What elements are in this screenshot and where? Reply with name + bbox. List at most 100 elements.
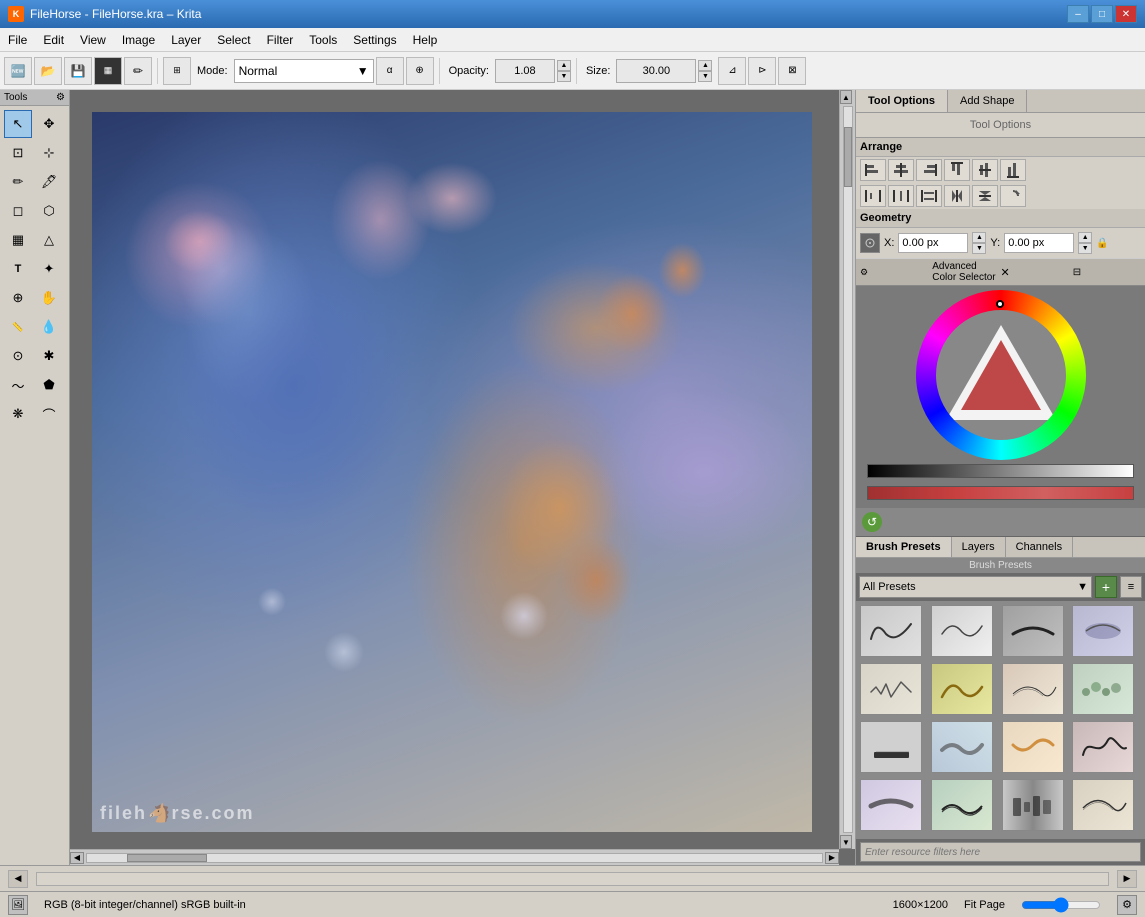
opacity-up[interactable]: ▲: [557, 60, 571, 71]
tool-zoom[interactable]: ⊕: [4, 284, 32, 312]
advanced-color-close[interactable]: ✕: [1001, 266, 1069, 279]
y-spinbox[interactable]: ▲ ▼: [1078, 232, 1092, 254]
scroll-canvas-right[interactable]: ▶: [1117, 870, 1137, 888]
color-refresh-button[interactable]: ↺: [862, 512, 882, 532]
inherit-alpha-button[interactable]: ⊕: [406, 57, 434, 85]
brush-item-2[interactable]: [931, 605, 993, 657]
brush-item-16[interactable]: [1072, 779, 1134, 831]
save-button[interactable]: 💾: [64, 57, 92, 85]
tool-picker[interactable]: 💧: [35, 313, 63, 341]
minimize-button[interactable]: –: [1067, 5, 1089, 23]
resource-filter-input[interactable]: [860, 842, 1141, 862]
tool-magnetic-select[interactable]: ❋: [4, 400, 32, 428]
size-spinbox[interactable]: ▲ ▼: [698, 60, 712, 82]
opacity-spinbox[interactable]: ▲ ▼: [557, 60, 571, 82]
mirror-v-button[interactable]: ⊳: [748, 57, 776, 85]
brush-item-14[interactable]: [931, 779, 993, 831]
wrap-button[interactable]: ⊠: [778, 57, 806, 85]
brush-item-13[interactable]: [860, 779, 922, 831]
menu-image[interactable]: Image: [114, 28, 163, 51]
tools-options-icon[interactable]: ⚙: [56, 92, 65, 103]
opacity-input[interactable]: [495, 59, 555, 83]
tool-paint[interactable]: ✏: [4, 168, 32, 196]
scroll-down-btn[interactable]: ▼: [840, 835, 852, 849]
tool-pan[interactable]: ✋: [35, 284, 63, 312]
pattern-button[interactable]: ▦: [94, 57, 122, 85]
canvas-scrollbar-h[interactable]: ◀ ▶: [70, 849, 839, 865]
preset-menu-button[interactable]: ≡: [1120, 576, 1142, 598]
tool-eraser[interactable]: ◻: [4, 197, 32, 225]
size-input[interactable]: [616, 59, 696, 83]
brush-item-3[interactable]: [1002, 605, 1064, 657]
align-center-h-btn[interactable]: [888, 159, 914, 181]
size-up[interactable]: ▲: [698, 60, 712, 71]
align-right-btn[interactable]: [916, 159, 942, 181]
brush-item-5[interactable]: [860, 663, 922, 715]
tab-brush-presets[interactable]: Brush Presets: [856, 537, 952, 557]
brush-button[interactable]: ✏: [124, 57, 152, 85]
grid-button[interactable]: ⊞: [163, 57, 191, 85]
tool-polygon-select[interactable]: ⬟: [35, 371, 63, 399]
distribute-right-btn[interactable]: [916, 185, 942, 207]
brush-item-10[interactable]: [931, 721, 993, 773]
tool-crop[interactable]: ⊡: [4, 139, 32, 167]
color-selected-bar[interactable]: [867, 486, 1134, 500]
brush-item-1[interactable]: [860, 605, 922, 657]
size-down[interactable]: ▼: [698, 71, 712, 82]
flip-v-btn[interactable]: [972, 185, 998, 207]
x-spinbox[interactable]: ▲ ▼: [972, 232, 986, 254]
brush-item-8[interactable]: [1072, 663, 1134, 715]
open-button[interactable]: 📂: [34, 57, 62, 85]
align-center-v-btn[interactable]: [972, 159, 998, 181]
brush-item-4[interactable]: [1072, 605, 1134, 657]
rotate-btn[interactable]: [1000, 185, 1026, 207]
lock-aspect-btn[interactable]: 🔒: [1096, 238, 1108, 249]
align-left-btn[interactable]: [860, 159, 886, 181]
distribute-left-btn[interactable]: [860, 185, 886, 207]
tab-layers[interactable]: Layers: [952, 537, 1006, 557]
scrollbar-track-v[interactable]: [843, 106, 853, 833]
settings-icon[interactable]: ⚙: [1117, 895, 1137, 915]
brush-item-9[interactable]: [860, 721, 922, 773]
menu-edit[interactable]: Edit: [35, 28, 72, 51]
color-wheel-inner[interactable]: [936, 310, 1066, 440]
menu-filter[interactable]: Filter: [259, 28, 302, 51]
tool-measure[interactable]: 📏: [4, 313, 32, 341]
menu-settings[interactable]: Settings: [345, 28, 404, 51]
scrollbar-track-h[interactable]: [86, 853, 823, 863]
tool-assistant[interactable]: ⊙: [4, 342, 32, 370]
tool-move[interactable]: ✥: [35, 110, 63, 138]
tool-shape[interactable]: △: [35, 226, 63, 254]
scroll-left-btn[interactable]: ◀: [70, 852, 84, 864]
canvas-image[interactable]: fileh🐴rse.com: [92, 112, 812, 832]
tool-select[interactable]: ↖: [4, 110, 32, 138]
tool-fill[interactable]: ⬡: [35, 197, 63, 225]
color-gradient-bar[interactable]: [867, 464, 1134, 478]
advanced-color-detach[interactable]: ⊟: [1073, 267, 1141, 278]
menu-layer[interactable]: Layer: [163, 28, 209, 51]
scroll-up-btn[interactable]: ▲: [840, 90, 852, 104]
tool-transform[interactable]: ⊹: [35, 139, 63, 167]
tab-tool-options[interactable]: Tool Options: [856, 90, 948, 112]
menu-view[interactable]: View: [72, 28, 114, 51]
tab-channels[interactable]: Channels: [1006, 537, 1073, 557]
maximize-button[interactable]: □: [1091, 5, 1113, 23]
tool-text[interactable]: T: [4, 255, 32, 283]
menu-tools[interactable]: Tools: [301, 28, 345, 51]
mode-dropdown[interactable]: Normal ▼: [234, 59, 374, 83]
add-preset-button[interactable]: +: [1095, 576, 1117, 598]
scrollbar-thumb-h[interactable]: [127, 854, 207, 862]
opacity-down[interactable]: ▼: [557, 71, 571, 82]
new-file-button[interactable]: 🆕: [4, 57, 32, 85]
close-button[interactable]: ✕: [1115, 5, 1137, 23]
distribute-center-btn[interactable]: [888, 185, 914, 207]
tool-vector[interactable]: ✦: [35, 255, 63, 283]
y-input[interactable]: [1004, 233, 1074, 253]
scrollbar-thumb-v[interactable]: [844, 127, 852, 187]
tool-gradient[interactable]: ▦: [4, 226, 32, 254]
menu-select[interactable]: Select: [209, 28, 258, 51]
color-wheel-wrapper[interactable]: [916, 290, 1086, 460]
canvas-area[interactable]: fileh🐴rse.com ◀ ▶ ▲ ▼: [70, 90, 855, 865]
align-top-btn[interactable]: [944, 159, 970, 181]
status-icon[interactable]: 🖼: [8, 895, 28, 915]
